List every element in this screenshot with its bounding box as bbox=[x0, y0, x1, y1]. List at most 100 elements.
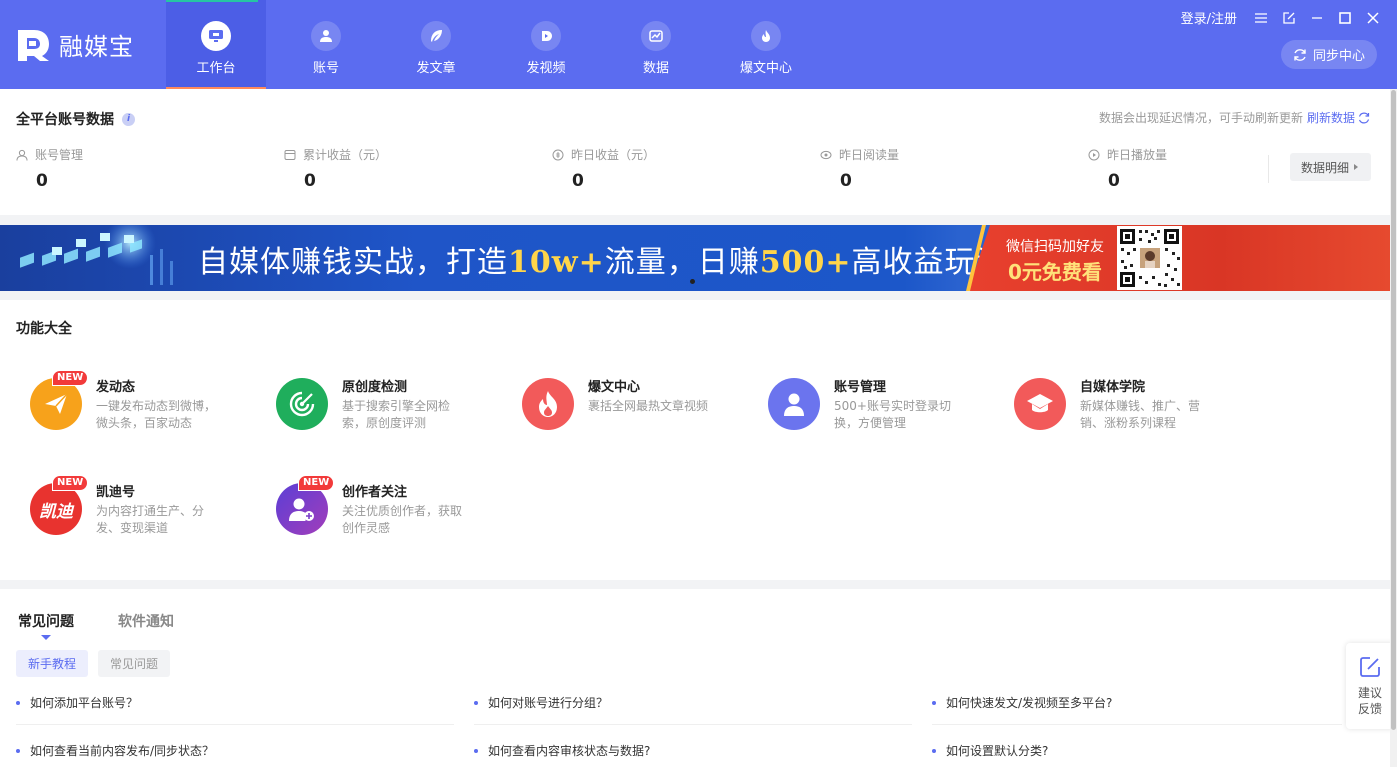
kaidi-logo-text: 凯迪 bbox=[39, 501, 73, 522]
features-section: 功能大全 NEW 发动态 一键发布动态到微博，微头条，百家动态 原创度检测 基于… bbox=[0, 300, 1390, 580]
stat-label: 昨日阅读量 bbox=[839, 148, 900, 162]
feature-desc: 基于搜索引擎全网检索，原创度评测 bbox=[342, 399, 451, 430]
feature-post-dynamic[interactable]: NEW 发动态 一键发布动态到微博，微头条，百家动态 bbox=[16, 370, 256, 440]
close-icon bbox=[1367, 11, 1379, 24]
user-icon bbox=[768, 378, 820, 430]
feature-name: 自媒体学院 bbox=[1080, 380, 1146, 395]
feature-name: 账号管理 bbox=[834, 380, 887, 395]
divider bbox=[474, 724, 912, 725]
stat-value: 0 bbox=[304, 171, 316, 191]
feature-originality-check[interactable]: 原创度检测 基于搜索引擎全网检索，原创度评测 bbox=[262, 376, 502, 440]
coin-icon bbox=[552, 149, 564, 160]
flame-icon bbox=[751, 21, 781, 51]
stats-title-row: 全平台账号数据 i bbox=[16, 109, 135, 129]
eye-icon bbox=[820, 150, 832, 159]
carousel-dot[interactable] bbox=[690, 279, 695, 284]
scrollbar-thumb[interactable] bbox=[1391, 90, 1396, 730]
stat-label: 昨日收益（元） bbox=[571, 148, 656, 162]
feature-kaidi[interactable]: 凯迪 NEW 凯迪号 为内容打通生产、分发、变现渠道 bbox=[16, 475, 256, 545]
window-controls: 登录/注册 bbox=[1181, 8, 1387, 27]
main-nav: 工作台 账号 发文章 发视频 数据 爆文中心 bbox=[166, 0, 816, 89]
nav-tab-data[interactable]: 数据 bbox=[606, 0, 706, 89]
faq-question[interactable]: 如何添加平台账号？ bbox=[16, 694, 138, 711]
nav-tab-workbench[interactable]: 工作台 bbox=[166, 0, 266, 89]
app-name: 融媒宝 bbox=[59, 33, 134, 61]
stat-total-income: 累计收益（元） 0 bbox=[284, 146, 544, 191]
pill-common-questions[interactable]: 常见问题 bbox=[98, 650, 170, 677]
faq-question[interactable]: 如何查看内容审核状态与数据? bbox=[474, 742, 650, 759]
user-outline-icon bbox=[16, 149, 28, 161]
features-title: 功能大全 bbox=[16, 321, 72, 337]
edit-icon bbox=[1283, 11, 1295, 24]
sync-center-label: 同步中心 bbox=[1312, 49, 1365, 64]
feedback-label: 建议反馈 bbox=[1357, 686, 1382, 716]
stat-yesterday-reads: 昨日阅读量 0 bbox=[820, 146, 1080, 191]
feature-media-academy[interactable]: 自媒体学院 新媒体赚钱、推广、营销、涨粉系列课程 bbox=[1000, 376, 1240, 440]
sync-center-button[interactable]: 同步中心 bbox=[1281, 40, 1377, 69]
feather-icon bbox=[421, 21, 451, 51]
data-detail-label: 数据明细 bbox=[1300, 160, 1349, 175]
login-register-link[interactable]: 登录/注册 bbox=[1181, 8, 1237, 27]
nav-tab-video[interactable]: 发视频 bbox=[496, 0, 596, 89]
logo-mark-icon bbox=[16, 26, 53, 63]
stat-yesterday-income: 昨日收益（元） 0 bbox=[552, 146, 812, 191]
chart-icon bbox=[641, 21, 671, 51]
minimize-icon bbox=[1312, 16, 1322, 19]
nav-tab-article[interactable]: 发文章 bbox=[386, 0, 486, 89]
new-badge: NEW bbox=[298, 475, 335, 491]
caret-right-icon bbox=[1354, 164, 1358, 170]
active-tab-indicator bbox=[41, 635, 51, 640]
faq-section: 常见问题 软件通知 新手教程 常见问题 如何添加平台账号？ 如何对账号进行分组？… bbox=[0, 589, 1390, 767]
nav-tab-account[interactable]: 账号 bbox=[276, 0, 376, 89]
top-bar: 融媒宝 工作台 账号 发文章 发视频 数据 爆文中心 登录/注册 同步中心 bbox=[0, 0, 1397, 89]
faq-question[interactable]: 如何查看当前内容发布/同步状态？ bbox=[16, 742, 214, 759]
feature-name: 凯迪号 bbox=[96, 485, 136, 500]
feature-name: 创作者关注 bbox=[342, 485, 408, 500]
stat-label: 累计收益（元） bbox=[303, 148, 388, 162]
minimize-button[interactable] bbox=[1303, 9, 1331, 27]
stats-note-row: 数据会出现延迟情况，可手动刷新更新 刷新数据 bbox=[1099, 109, 1370, 126]
banner-headline: 自媒体赚钱实战，打造10w+流量，日赚500+高收益玩法 bbox=[198, 245, 1007, 280]
feature-desc: 为内容打通生产、分发、变现渠道 bbox=[96, 504, 205, 535]
stat-value: 0 bbox=[572, 171, 584, 191]
nav-tab-label: 工作台 bbox=[196, 61, 236, 76]
faq-question[interactable]: 如何对账号进行分组？ bbox=[474, 694, 608, 711]
stat-account-management: 账号管理 0 bbox=[16, 146, 276, 191]
monitor-icon bbox=[201, 21, 231, 51]
stat-label: 昨日播放量 bbox=[1107, 148, 1168, 162]
feature-desc: 一键发布动态到微博，微头条，百家动态 bbox=[96, 399, 217, 430]
nav-tab-label: 数据 bbox=[642, 61, 669, 76]
refresh-icon bbox=[1358, 112, 1370, 123]
nav-tab-hot-articles[interactable]: 爆文中心 bbox=[716, 0, 816, 89]
menu-icon bbox=[1255, 12, 1267, 23]
maximize-button[interactable] bbox=[1331, 9, 1359, 27]
refresh-data-link[interactable]: 刷新数据 bbox=[1307, 109, 1370, 126]
faq-question[interactable]: 如何设置默认分类? bbox=[932, 742, 1048, 759]
faq-question[interactable]: 如何快速发文/发视频至多平台? bbox=[932, 694, 1112, 711]
app-logo: 融媒宝 bbox=[16, 26, 134, 63]
feature-creator-follow[interactable]: NEW 创作者关注 关注优质创作者，获取创作灵感 bbox=[262, 475, 502, 545]
data-detail-button[interactable]: 数据明细 bbox=[1290, 153, 1371, 181]
menu-button[interactable] bbox=[1247, 9, 1275, 27]
tab-software-notice[interactable]: 软件通知 bbox=[118, 611, 174, 631]
feature-hot-articles[interactable]: 爆文中心 裹括全网最热文章视频 bbox=[508, 376, 748, 440]
new-badge: NEW bbox=[52, 475, 89, 491]
feature-name: 爆文中心 bbox=[588, 380, 641, 395]
feedback-button[interactable]: 建议反馈 bbox=[1346, 643, 1394, 729]
feedback-edit-icon bbox=[1360, 657, 1380, 677]
stats-title: 全平台账号数据 bbox=[16, 112, 114, 128]
edit-button[interactable] bbox=[1275, 9, 1303, 27]
new-badge: NEW bbox=[52, 370, 89, 386]
divider bbox=[932, 724, 1342, 725]
play-icon bbox=[531, 21, 561, 51]
feature-desc: 关注优质创作者，获取创作灵感 bbox=[342, 504, 463, 535]
close-button[interactable] bbox=[1359, 9, 1387, 27]
promo-banner[interactable]: 自媒体赚钱实战，打造10w+流量，日赚500+高收益玩法 微信扫码加好友 0元免… bbox=[0, 225, 1390, 291]
pill-beginner-tutorial[interactable]: 新手教程 bbox=[16, 650, 88, 677]
info-icon[interactable]: i bbox=[122, 112, 135, 126]
feature-account-management[interactable]: 账号管理 500+账号实时登录切换，方便管理 bbox=[754, 376, 994, 440]
tab-faq[interactable]: 常见问题 bbox=[18, 611, 74, 631]
divider bbox=[1268, 155, 1269, 183]
flame-icon bbox=[522, 378, 574, 430]
feature-desc: 裹括全网最热文章视频 bbox=[588, 399, 709, 413]
